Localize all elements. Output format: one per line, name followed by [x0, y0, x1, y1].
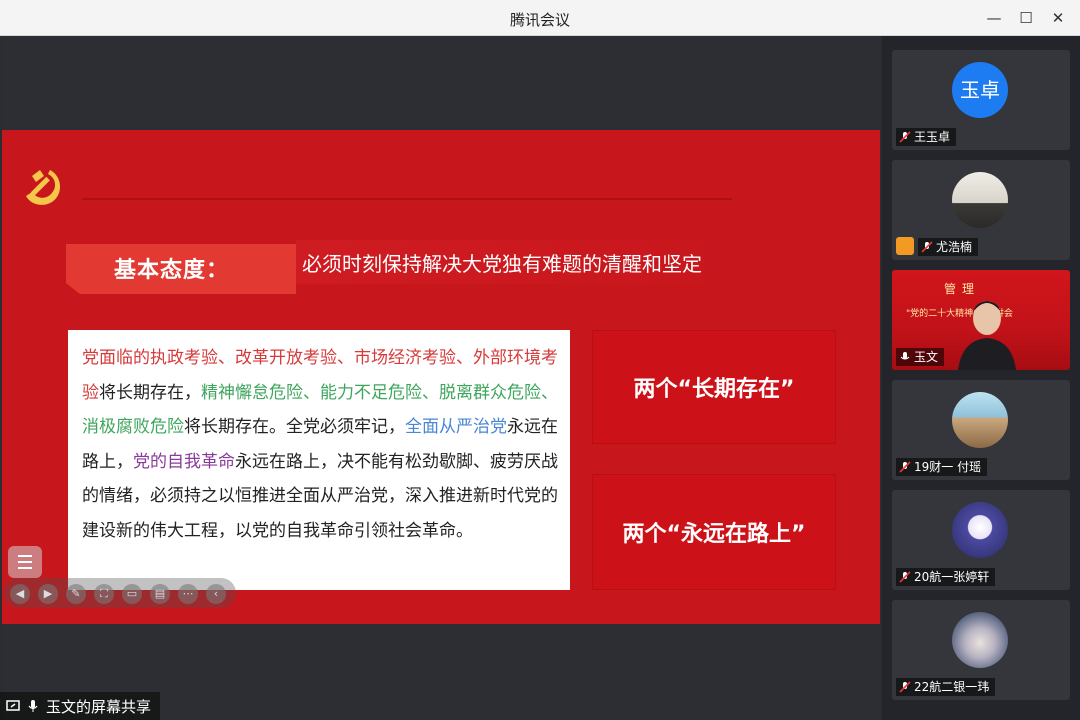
avatar: [952, 612, 1008, 668]
more-icon[interactable]: ⋯: [178, 584, 198, 604]
mic-muted-icon: [921, 241, 933, 253]
maximize-icon[interactable]: ☐: [1014, 6, 1038, 30]
comment-icon[interactable]: ▤: [150, 584, 170, 604]
participant-nametag: 尤浩楠: [918, 238, 979, 256]
mic-icon: [28, 700, 38, 712]
participant-name: 玉文: [914, 350, 939, 364]
prev-icon[interactable]: ◀: [10, 584, 30, 604]
screen-share-icon: [6, 700, 20, 711]
collapse-icon[interactable]: ‹: [206, 584, 226, 604]
title-bar: 腾讯会议 — ☐ ✕: [0, 0, 1080, 36]
always-on-road-box: 两个“永远在路上”: [592, 474, 836, 590]
screen-icon[interactable]: ▭: [122, 584, 142, 604]
mic-muted-icon: [899, 571, 911, 583]
participant-tile[interactable]: 管理 "党的二十大精神"...宣讲会 玉文: [892, 270, 1070, 370]
slide-divider: [82, 198, 732, 200]
participant-name: 尤浩楠: [936, 240, 973, 254]
screenshot-icon[interactable]: ⛶: [94, 584, 114, 604]
participant-tile[interactable]: 19财一 付瑶: [892, 380, 1070, 480]
avatar: [952, 502, 1008, 558]
long-term-box: 两个“长期存在”: [592, 330, 836, 444]
text-segment: 全面从严治党: [405, 417, 507, 437]
mic-muted-icon: [899, 461, 911, 473]
mic-muted-icon: [899, 681, 911, 693]
avatar: 玉卓: [952, 62, 1008, 118]
screen-share-label: 玉文的屏幕共享: [0, 692, 160, 720]
participant-nametag: 王玉卓: [896, 128, 957, 146]
ribbon-label: 基本态度：: [114, 258, 230, 283]
participant-name: 22航二银一玮: [914, 680, 990, 694]
participant-name: 20航一张婷轩: [914, 570, 990, 584]
pen-icon[interactable]: ✎: [66, 584, 86, 604]
avatar: [952, 172, 1008, 228]
window-title: 腾讯会议: [509, 11, 570, 29]
participants-sidebar: 玉卓 王玉卓 尤浩楠 管理 "党的二十大精神"...宣讲会 玉文 19财一 付瑶…: [882, 36, 1080, 720]
participant-tile[interactable]: 尤浩楠: [892, 160, 1070, 260]
text-segment: 将长期存在。全党必须牢记，: [184, 417, 405, 437]
share-owner-text: 玉文的屏幕共享: [46, 697, 152, 716]
mic-muted-icon: [899, 131, 911, 143]
speaker-video: [958, 301, 1016, 370]
participant-tile[interactable]: 玉卓 王玉卓: [892, 50, 1070, 150]
participant-nametag: 玉文: [896, 348, 945, 366]
menu-icon[interactable]: [8, 546, 42, 578]
mic-icon: [900, 352, 910, 360]
text-segment: 将长期存在，: [99, 382, 201, 403]
participant-tile[interactable]: 20航一张婷轩: [892, 490, 1070, 590]
presentation-slide: 基本态度： 必须时刻保持解决大党独有难题的清醒和坚定 党面临的执政考验、改革开放…: [2, 130, 880, 624]
participant-nametag: 22航二银一玮: [896, 678, 996, 696]
close-icon[interactable]: ✕: [1046, 6, 1070, 30]
participant-tile[interactable]: 22航二银一玮: [892, 600, 1070, 700]
participant-name: 王玉卓: [914, 130, 951, 144]
host-icon: [896, 237, 914, 255]
slide-body-text: 党面临的执政考验、改革开放考验、市场经济考验、外部环境考验将长期存在，精神懈怠危…: [68, 330, 570, 590]
participant-name: 19财一 付瑶: [914, 460, 982, 474]
next-icon[interactable]: ▶: [38, 584, 58, 604]
slide-headline: 必须时刻保持解决大党独有难题的清醒和坚定: [302, 252, 702, 276]
text-segment: 党的自我革命: [133, 451, 235, 472]
party-emblem-icon: [26, 170, 61, 205]
participant-nametag: 20航一张婷轩: [896, 568, 996, 586]
participant-nametag: 19财一 付瑶: [896, 458, 988, 476]
avatar: [952, 392, 1008, 448]
minimize-icon[interactable]: —: [982, 6, 1006, 30]
